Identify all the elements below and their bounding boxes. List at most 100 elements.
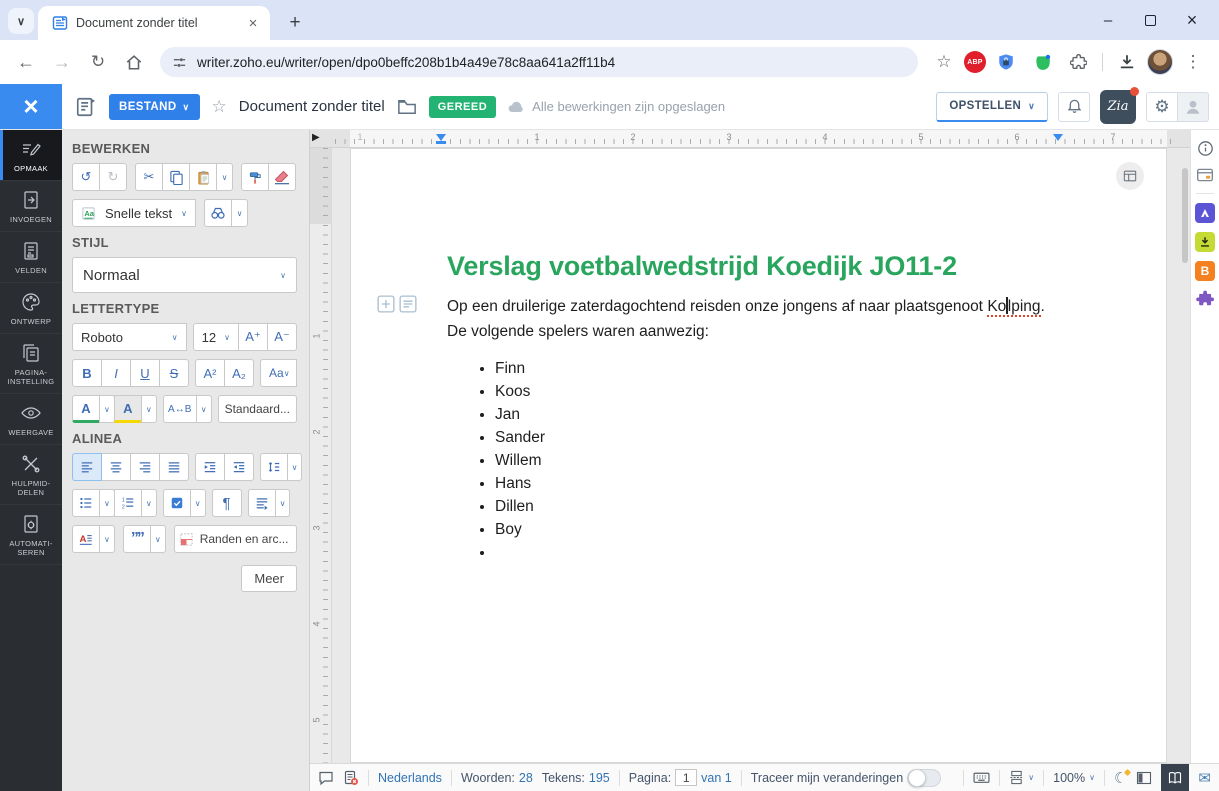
bookmark-star-icon[interactable] (928, 46, 960, 78)
font-color-button[interactable]: A (72, 395, 100, 423)
subscript-button[interactable]: A₂ (224, 359, 254, 387)
paragraph-style-dropdown[interactable]: Normaal (72, 257, 297, 293)
default-format-button[interactable]: Standaard... (217, 395, 297, 423)
decrease-indent-button[interactable] (224, 453, 254, 481)
tab-close-icon[interactable] (244, 14, 262, 32)
find-options-chevron[interactable] (231, 199, 248, 227)
file-menu-button[interactable]: BESTAND (109, 93, 200, 120)
text-direction-button[interactable] (247, 489, 276, 517)
paste-button[interactable] (189, 163, 217, 191)
find-replace-button[interactable] (204, 199, 232, 227)
night-mode-icon[interactable] (1114, 768, 1132, 787)
drop-cap-chevron[interactable] (99, 525, 115, 553)
evernote-extension-icon[interactable] (1026, 46, 1058, 78)
list-item[interactable]: Boy (495, 518, 1062, 541)
clear-format-eraser-button[interactable] (268, 163, 296, 191)
sidebar-item-hulpmiddelen[interactable]: HULPMID-DELEN (0, 445, 62, 505)
sidebar-item-opmaak[interactable]: OPMAAK (0, 130, 62, 181)
reload-button[interactable] (82, 46, 114, 78)
spellcheck-off-icon[interactable] (343, 770, 359, 786)
info-icon[interactable] (1197, 140, 1214, 157)
window-close-icon[interactable] (1185, 13, 1199, 27)
player-list[interactable]: Finn Koos Jan Sander Willem Hans Dillen … (447, 357, 1062, 564)
text-direction-chevron[interactable] (274, 489, 291, 517)
sidebar-item-ontwerp[interactable]: ONTWERP (0, 283, 62, 334)
left-indent-marker[interactable] (436, 134, 446, 144)
blogger-extension-icon[interactable]: B (1195, 261, 1215, 281)
extensions-puzzle-icon[interactable] (1062, 46, 1094, 78)
add-content-icon[interactable] (377, 295, 395, 313)
home-button[interactable] (118, 46, 150, 78)
window-maximize-icon[interactable] (1144, 14, 1156, 26)
misspelled-word[interactable]: Kolping (987, 297, 1041, 317)
page-number-input[interactable]: 1 (675, 769, 698, 786)
user-avatar-button[interactable] (1177, 91, 1209, 122)
align-left-button[interactable] (72, 453, 102, 481)
decrease-font-size-button[interactable]: A⁻ (267, 323, 297, 351)
browser-menu-icon[interactable] (1177, 46, 1209, 78)
strikethrough-button[interactable]: S (159, 359, 189, 387)
list-item[interactable]: Hans (495, 472, 1062, 495)
notifications-bell-button[interactable] (1058, 91, 1090, 122)
vertical-ruler[interactable]: 1 2 3 4 5 (310, 148, 332, 763)
track-changes-toggle[interactable] (907, 768, 942, 787)
superscript-button[interactable]: A² (195, 359, 225, 387)
change-case-dropdown[interactable]: Aa (260, 359, 297, 387)
list-item[interactable]: Koos (495, 380, 1062, 403)
vertical-scrollbar[interactable] (1182, 168, 1188, 263)
increase-indent-button[interactable] (195, 453, 225, 481)
block-quote-chevron[interactable] (149, 525, 166, 553)
numbered-list-chevron[interactable] (140, 489, 157, 517)
list-item[interactable]: Willem (495, 449, 1062, 472)
address-bar[interactable]: writer.zoho.eu/writer/open/dpo0beffc208b… (160, 47, 918, 77)
download-extension-icon[interactable] (1195, 232, 1215, 252)
align-right-button[interactable] (130, 453, 160, 481)
keyboard-shortcuts-icon[interactable] (973, 769, 990, 786)
zoom-selector[interactable]: 100% (1053, 771, 1095, 785)
block-quote-button[interactable]: ”” (122, 525, 151, 553)
puzzle-extension-icon[interactable] (1196, 290, 1214, 308)
feedback-envelope-icon[interactable] (1198, 769, 1211, 787)
paragraph-format-icon[interactable] (399, 295, 417, 313)
browser-tab[interactable]: Document zonder titel (38, 6, 270, 40)
document-paragraph[interactable]: Op een druilerige zaterdagochtend reisde… (447, 294, 1062, 344)
list-item[interactable] (495, 541, 1062, 564)
character-count[interactable]: Tekens: 195 (542, 771, 610, 785)
horizontal-ruler[interactable]: 1 1 2 3 4 5 6 7 (310, 130, 1190, 148)
word-count[interactable]: Woorden: 28 (461, 771, 533, 785)
sidebar-item-pagina-instelling[interactable]: PAGINA-INSTELLING (0, 334, 62, 394)
quick-text-dropdown[interactable]: Aa Snelle tekst (72, 199, 196, 227)
highlight-color-chevron[interactable] (140, 395, 157, 423)
reader-view-button[interactable] (1161, 764, 1190, 791)
panel-collapse-icon[interactable] (312, 132, 320, 143)
list-item[interactable]: Sander (495, 426, 1062, 449)
italic-button[interactable]: I (101, 359, 131, 387)
settings-gear-button[interactable] (1146, 91, 1178, 122)
borders-shading-button[interactable]: Randen en arc... (173, 525, 297, 553)
character-spacing-chevron[interactable] (195, 395, 212, 423)
cut-button[interactable]: ✂ (135, 163, 163, 191)
increase-font-size-button[interactable]: A⁺ (238, 323, 268, 351)
list-item[interactable]: Dillen (495, 495, 1062, 518)
paste-options-chevron[interactable] (216, 163, 233, 191)
back-button[interactable] (10, 46, 42, 78)
sidebar-item-automatiseren[interactable]: AUTOMATI-SEREN (0, 505, 62, 565)
right-indent-marker[interactable] (1053, 134, 1063, 141)
checklist-button[interactable] (162, 489, 191, 517)
character-spacing-button[interactable]: A↔B (162, 395, 197, 423)
downloads-button[interactable] (1111, 46, 1143, 78)
line-spacing-button[interactable] (260, 453, 288, 481)
highlight-color-button[interactable]: A (113, 395, 142, 423)
favorite-star-icon[interactable] (212, 97, 227, 117)
close-document-button[interactable] (0, 84, 62, 129)
drop-cap-button[interactable]: A (72, 525, 100, 553)
sidebar-item-invoegen[interactable]: INVOEGEN (0, 181, 62, 232)
document-navigator-icon[interactable] (75, 96, 97, 118)
align-center-button[interactable] (101, 453, 131, 481)
undo-button[interactable]: ↺ (72, 163, 100, 191)
adobe-acrobat-extension-icon[interactable] (1195, 203, 1215, 223)
comments-icon[interactable] (318, 770, 334, 786)
document-title[interactable]: Document zonder titel (239, 98, 385, 115)
line-spacing-chevron[interactable] (287, 453, 302, 481)
site-settings-icon[interactable] (172, 55, 187, 70)
